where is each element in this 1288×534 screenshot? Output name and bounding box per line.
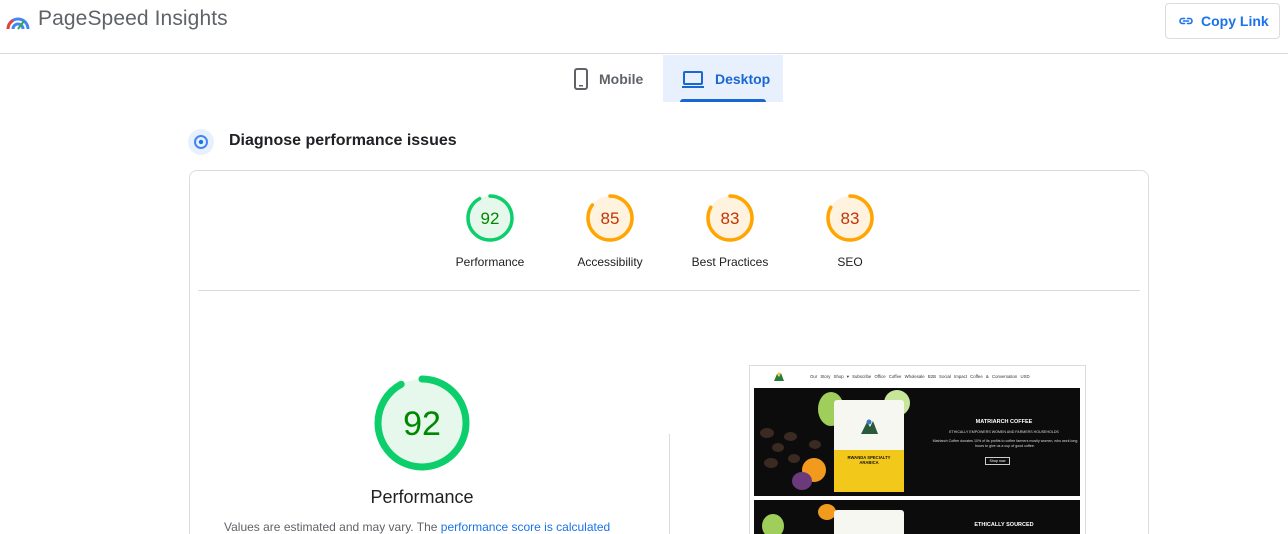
tab-desktop-label: Desktop [715, 70, 771, 87]
page-screenshot: Our Story Shop ▾ Subscribe Office Coffee… [749, 365, 1086, 534]
pagespeed-logo-icon [6, 17, 30, 30]
gauge-ring: 83 [706, 194, 754, 242]
gauge-value: 85 [601, 209, 620, 228]
hero-title: MATRIARCH COFFEE [975, 419, 1033, 425]
link-icon [1179, 17, 1193, 25]
score-gauge-accessibility[interactable]: 85 Accessibility [550, 193, 670, 269]
coffee-bean [764, 458, 778, 468]
coffee-bean [784, 432, 797, 441]
green-fruit [762, 514, 784, 534]
coffee-bean [809, 440, 821, 449]
gauge-label: Performance [455, 255, 525, 269]
gauge-label: Accessibility [577, 255, 643, 269]
score-note-text: Values are estimated and may vary. The [224, 520, 441, 534]
score-note: Values are estimated and may vary. The p… [224, 520, 644, 534]
copy-link-label: Copy Link [1201, 13, 1269, 29]
hero-body: Matriarch Coffee donates 10% of its prof… [932, 439, 1078, 448]
thumb-menu: Our Story Shop ▾ Subscribe Office Coffee… [810, 374, 1030, 379]
hero-subtitle: ETHICALLY EMPOWERS WOMEN AND FARMERS HOU… [949, 430, 1059, 434]
score-gauge-seo[interactable]: 83 SEO [790, 193, 910, 269]
report-card: 92 Performance 85 Accessibility 83 Best … [189, 170, 1149, 534]
performance-score-link[interactable]: performance score is calculated [441, 520, 610, 534]
thumb-navbar: Our Story Shop ▾ Subscribe Office Coffee… [750, 366, 1085, 388]
tab-mobile-label: Mobile [599, 70, 644, 87]
big-gauge-value: 92 [403, 405, 441, 443]
coffee-bean [772, 443, 784, 452]
section-title: Diagnose performance issues [229, 132, 457, 149]
gauge-ring: 85 [586, 194, 634, 242]
vertical-divider [669, 434, 670, 534]
thumb-section-two: ETHICALLY SOURCED [754, 500, 1080, 534]
bag-logo-icon [861, 419, 878, 434]
gauge-icon [188, 129, 214, 155]
coffee-bag [834, 510, 904, 534]
coffee-bean [760, 428, 774, 438]
phone-icon [574, 67, 588, 90]
tab-mobile[interactable]: Mobile [563, 55, 663, 102]
gauge-value: 83 [841, 209, 860, 228]
laptop-icon [682, 70, 704, 88]
gauge-ring: 92 [466, 194, 514, 242]
score-gauges: 92 Performance 85 Accessibility 83 Best … [190, 171, 1148, 290]
matriarch-logo-icon [774, 372, 784, 381]
score-gauge-best-practices[interactable]: 83 Best Practices [670, 193, 790, 269]
score-gauge-performance[interactable]: 92 Performance [430, 193, 550, 269]
bag-text: RWANDA SPECIALTY ARABICA [847, 455, 891, 465]
performance-gauge-large: 92 [374, 375, 470, 471]
thumb-hero: RWANDA SPECIALTY ARABICA MATRIARCH COFFE… [754, 388, 1080, 496]
performance-heading: Performance [370, 487, 474, 507]
plum-fruit [792, 472, 812, 490]
gauge-value: 92 [481, 209, 500, 228]
tab-active-indicator [680, 99, 766, 102]
gauge-ring: 83 [826, 194, 874, 242]
divider [198, 290, 1140, 291]
app-title: PageSpeed Insights [38, 7, 228, 30]
top-header: PageSpeed Insights Copy Link [0, 0, 1288, 54]
gauge-label: SEO [837, 255, 863, 269]
coffee-bag: RWANDA SPECIALTY ARABICA [834, 400, 904, 492]
coffee-bean [788, 454, 800, 463]
gauge-value: 83 [721, 209, 740, 228]
tab-desktop[interactable]: Desktop [663, 55, 783, 102]
hero-shop-button: Shop now [985, 457, 1010, 465]
section-two-title: ETHICALLY SOURCED [974, 522, 1034, 528]
gauge-label: Best Practices [691, 255, 769, 269]
copy-link-button[interactable]: Copy Link [1165, 3, 1280, 39]
